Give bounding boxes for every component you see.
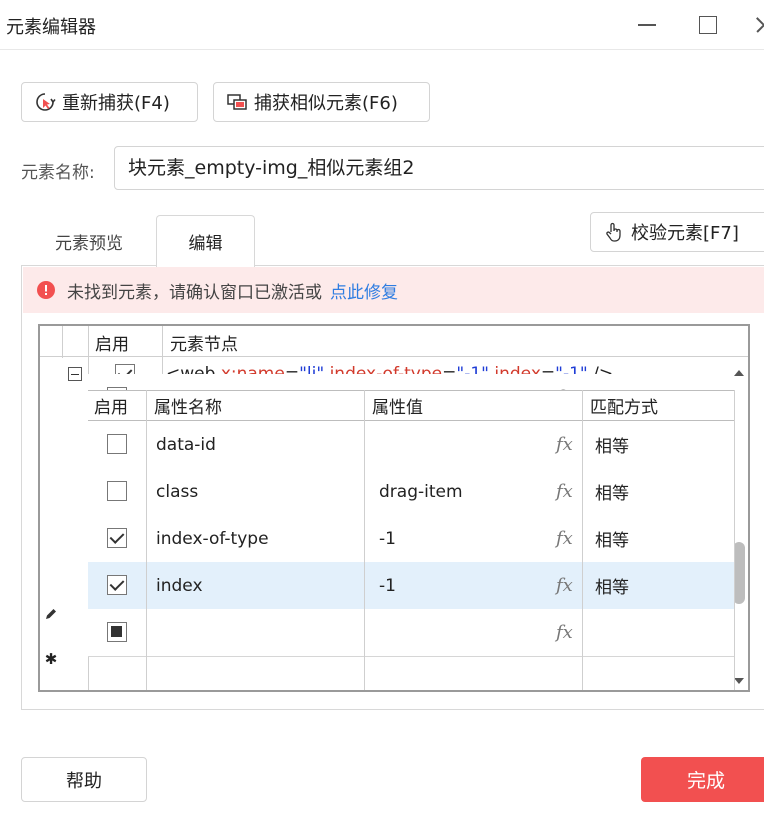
scroll-down-icon[interactable] — [734, 678, 744, 684]
title-bar: 元素编辑器 — [0, 0, 764, 50]
attr-header-name: 属性名称 — [154, 397, 222, 418]
attr-row[interactable] — [88, 609, 734, 656]
attr-enabled-checkbox[interactable] — [107, 481, 127, 501]
element-name-input[interactable]: 块元素_empty-img_相似元素组2 — [114, 146, 764, 190]
attr-match[interactable]: 相等 — [595, 421, 629, 468]
attr-value[interactable]: drag-item — [379, 468, 463, 515]
tab-edit[interactable]: 编辑 — [156, 215, 255, 267]
attr-match[interactable]: 相等 — [595, 562, 629, 609]
attr-match[interactable]: 相等 — [595, 468, 629, 515]
attr-name[interactable]: index — [156, 562, 203, 609]
tab-element-preview[interactable]: 元素预览 — [30, 215, 148, 267]
collapse-toggle[interactable] — [68, 367, 82, 381]
fx-icon[interactable]: fx — [556, 481, 573, 502]
fx-icon[interactable]: fx — [556, 434, 573, 455]
capture-similar-label: 捕获相似元素(F6) — [254, 93, 398, 114]
attr-header-value: 属性值 — [372, 397, 423, 418]
recapture-icon — [36, 93, 56, 111]
close-icon[interactable] — [752, 12, 764, 36]
fix-link[interactable]: 点此修复 — [330, 278, 398, 303]
help-button[interactable]: 帮助 — [21, 757, 147, 802]
attr-header-match: 匹配方式 — [590, 397, 658, 418]
hand-pointer-icon — [606, 222, 621, 242]
scroll-up-icon[interactable] — [734, 370, 744, 376]
attr-enabled-checkbox[interactable] — [107, 622, 127, 642]
capture-similar-icon — [227, 94, 247, 110]
error-icon — [37, 281, 55, 299]
edit-row-pencil-icon — [46, 609, 56, 619]
attr-value[interactable]: -1 — [379, 562, 396, 609]
attr-name[interactable]: index-of-type — [156, 515, 269, 562]
attr-name[interactable]: class — [156, 468, 198, 515]
attr-name[interactable]: data-id — [156, 421, 216, 468]
window-title: 元素编辑器 — [6, 17, 96, 38]
recapture-button[interactable]: 重新捕获(F4) — [21, 82, 198, 122]
attr-enabled-checkbox[interactable] — [107, 528, 127, 548]
verify-element-label: 校验元素[F7] — [631, 223, 739, 244]
attr-enabled-checkbox[interactable] — [107, 434, 127, 454]
node-header-element: 元素节点 — [170, 334, 238, 355]
minimize-icon[interactable] — [636, 12, 660, 36]
fx-icon[interactable]: fx — [556, 575, 573, 596]
fx-icon[interactable]: fx — [556, 622, 573, 643]
maximize-icon[interactable] — [697, 12, 721, 36]
fx-icon[interactable]: fx — [556, 528, 573, 549]
element-name-label: 元素名称: — [21, 163, 95, 183]
recapture-label: 重新捕获(F4) — [62, 93, 170, 114]
node-header-enabled: 启用 — [95, 334, 129, 355]
capture-similar-button[interactable]: 捕获相似元素(F6) — [213, 82, 430, 122]
verify-element-button[interactable]: 校验元素[F7] — [590, 212, 764, 252]
done-button[interactable]: 完成 — [641, 757, 764, 802]
attr-enabled-checkbox[interactable] — [107, 575, 127, 595]
error-alert: 未找到元素，请确认窗口已激活或 点此修复 — [23, 267, 764, 313]
attr-header-enabled: 启用 — [94, 397, 128, 418]
element-node-grid: 启用 元素节点 <web x:name="li" index-of-type="… — [38, 324, 750, 692]
alert-message: 未找到元素，请确认窗口已激活或 — [67, 282, 322, 303]
attr-value[interactable]: -1 — [379, 515, 396, 562]
attr-match[interactable]: 相等 — [595, 515, 629, 562]
new-row-asterisk-icon: ✱ — [44, 650, 58, 668]
